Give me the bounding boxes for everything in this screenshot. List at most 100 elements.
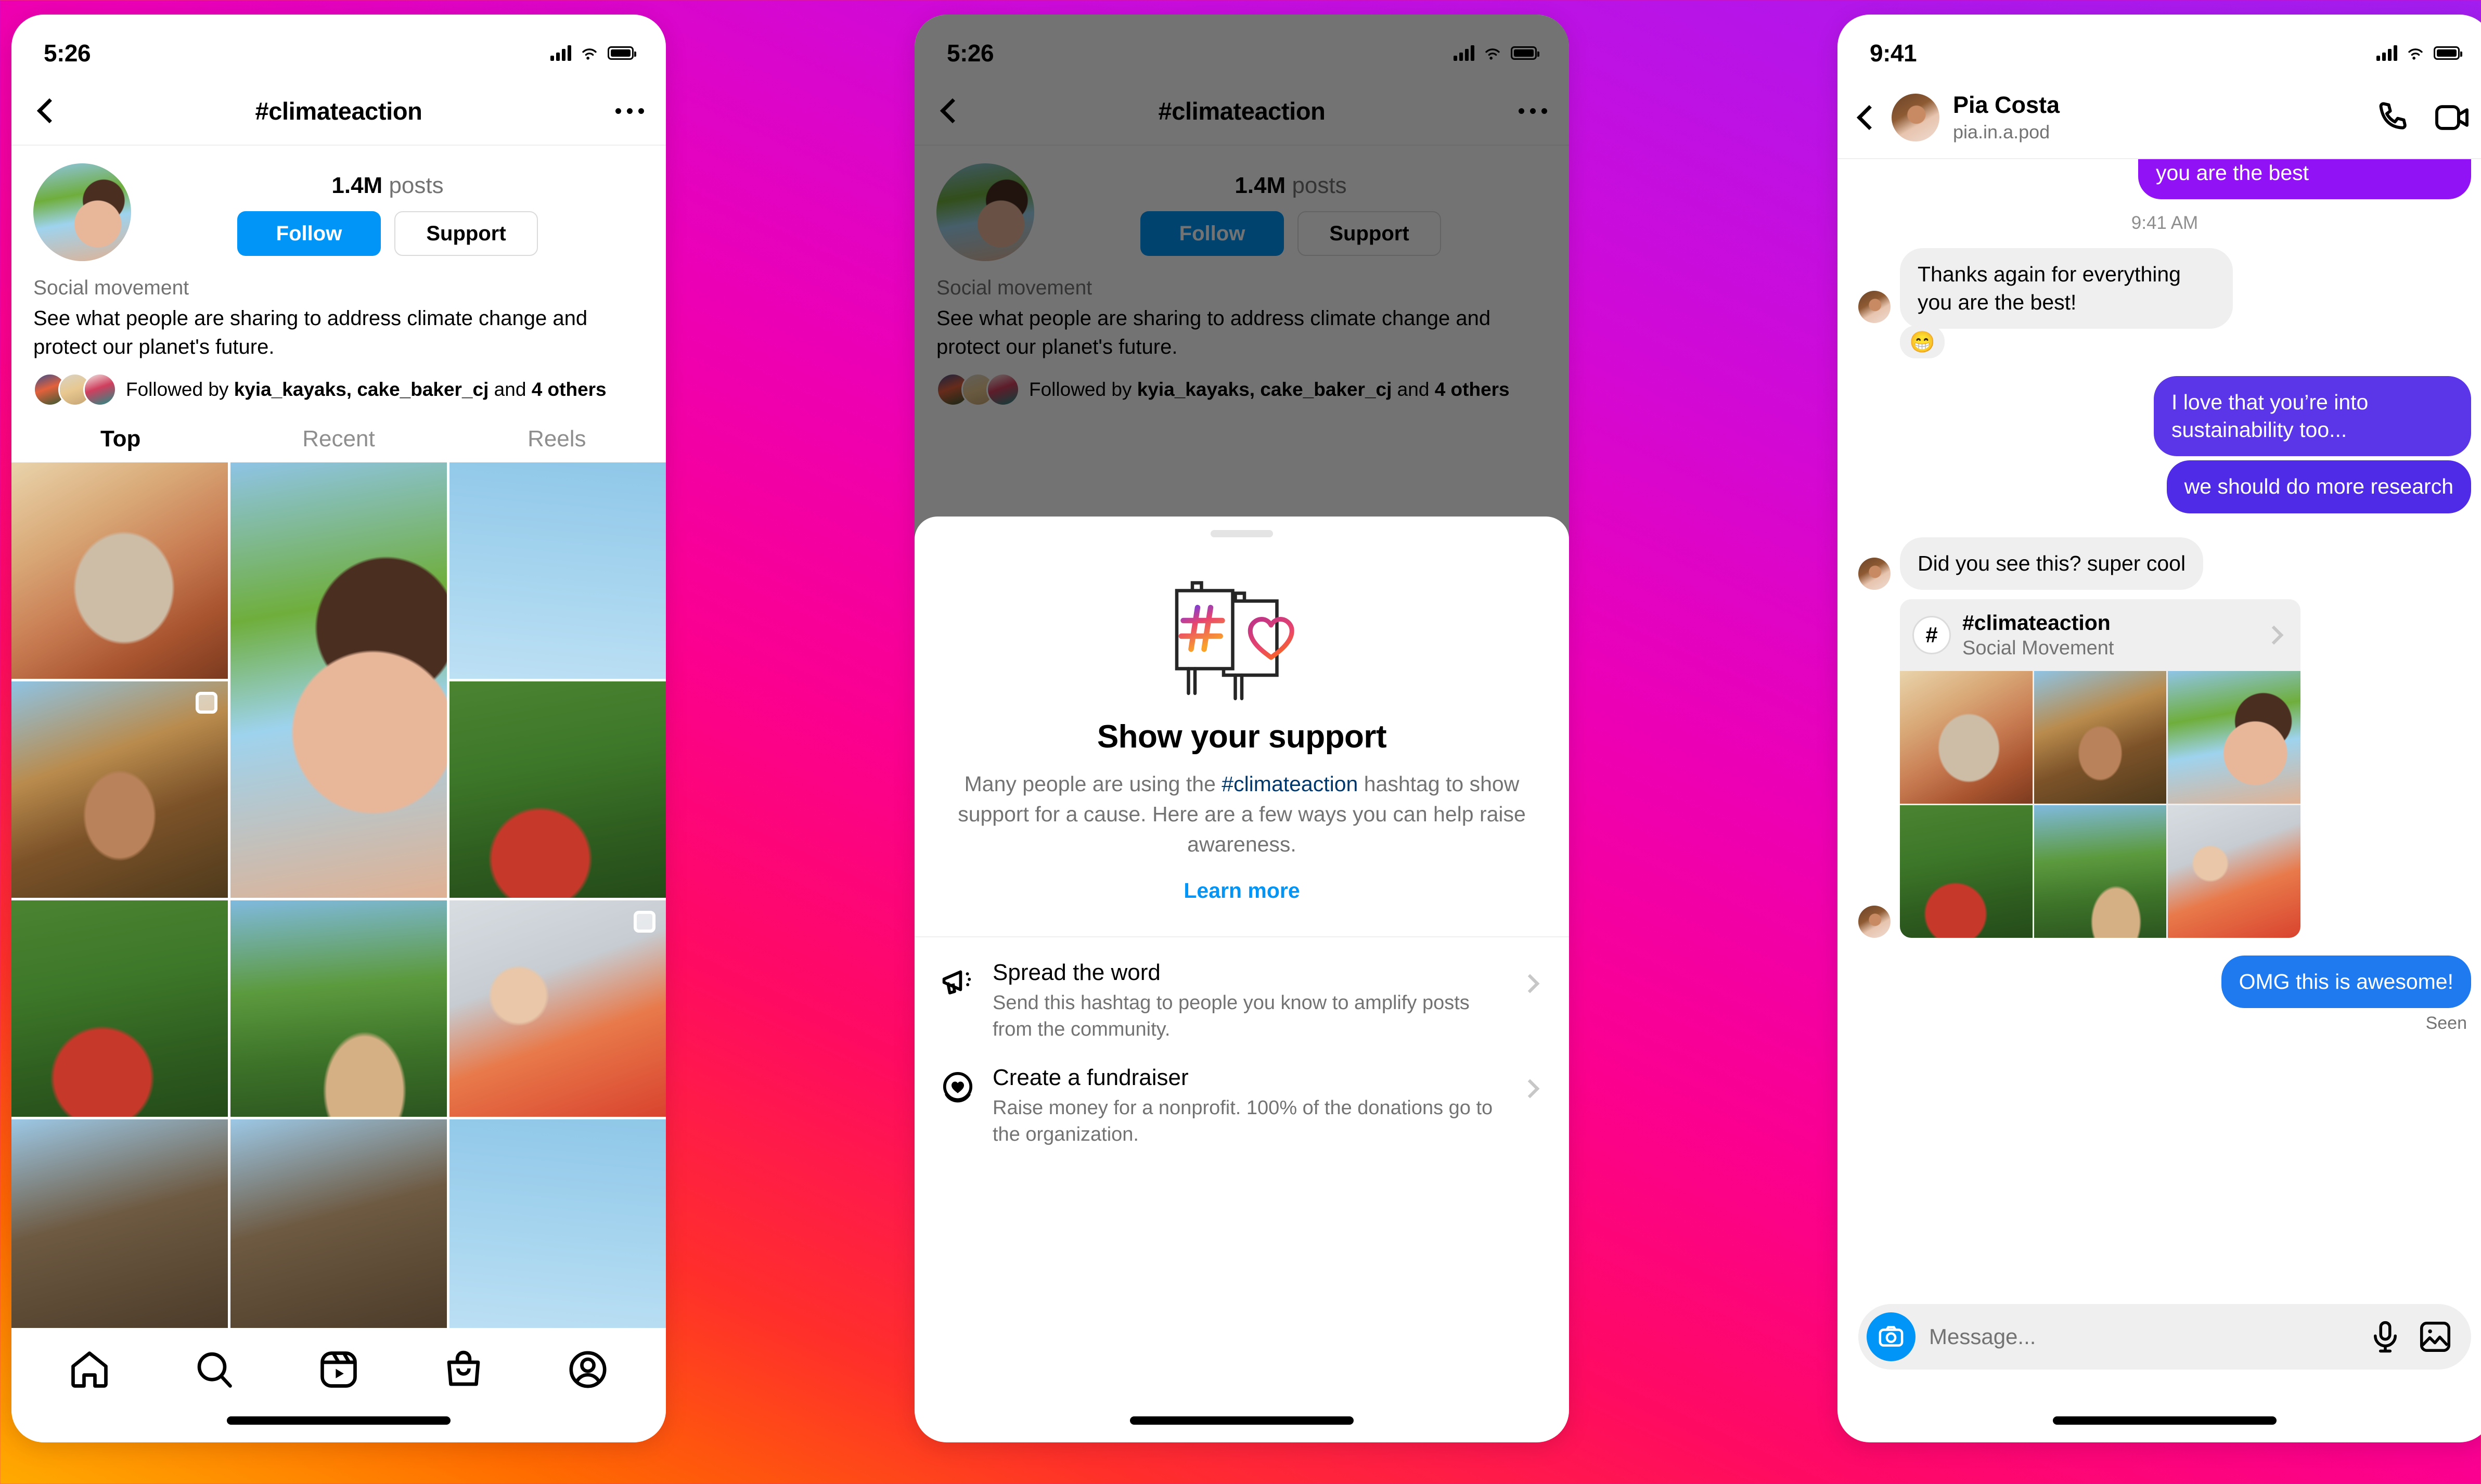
tab-top[interactable]: Top	[11, 420, 229, 462]
home-indicator	[2053, 1416, 2277, 1425]
camera-icon[interactable]	[1867, 1312, 1916, 1361]
status-bar: 5:26	[11, 15, 666, 77]
chevron-right-icon	[2264, 625, 2284, 645]
status-icons	[550, 45, 636, 61]
more-options-button[interactable]	[1519, 108, 1547, 114]
photo-grid	[11, 462, 666, 1336]
sheet-drag-handle[interactable]	[1211, 530, 1273, 537]
dm-contact[interactable]: Pia Costa pia.in.a.pod	[1953, 92, 2360, 143]
dm-nav-bar: Pia Costa pia.in.a.pod	[1837, 77, 2481, 159]
message-timestamp: 9:41 AM	[2131, 213, 2199, 234]
hashtag-category: Social movement	[33, 277, 189, 299]
shop-icon[interactable]	[442, 1348, 485, 1391]
tab-recent[interactable]: Recent	[229, 420, 447, 462]
followed-by-row[interactable]: Followed by kyia_kayaks, cake_baker_cj a…	[11, 362, 666, 407]
message-row: Thanks again for everything you are the …	[1858, 248, 2471, 358]
grid-photo[interactable]	[230, 462, 447, 898]
hashtag-heart-signs-illustration	[1175, 581, 1294, 701]
followed-by-others: 4 others	[531, 378, 607, 400]
action-title: Spread the word	[993, 959, 1161, 985]
microphone-icon[interactable]	[2367, 1319, 2403, 1355]
seen-status: Seen	[2425, 1013, 2467, 1033]
sheet-header: Show your support Many people are using …	[915, 537, 1569, 903]
grid-photo[interactable]	[11, 900, 228, 1117]
grid-photo[interactable]	[11, 462, 228, 679]
message-bubble[interactable]: Did you see this? super cool	[1900, 537, 2204, 590]
back-button[interactable]	[1856, 105, 1882, 131]
contact-name: Pia Costa	[1953, 92, 2060, 119]
post-count: 1.4M posts	[331, 173, 443, 199]
hashtag-share-card[interactable]: # #climateaction Social Movement	[1900, 599, 2300, 938]
home-icon[interactable]	[68, 1348, 111, 1391]
message-row: we should do more research	[1858, 460, 2471, 513]
followed-by-names: kyia_kayaks, cake_baker_cj	[234, 378, 489, 400]
message-bubble[interactable]: OMG this is awesome!	[2221, 955, 2471, 1008]
grid-photo[interactable]	[449, 900, 666, 1117]
post-count-label: posts	[389, 173, 444, 198]
followed-by-prefix: Followed by	[126, 378, 234, 400]
grid-photo[interactable]	[2168, 671, 2300, 804]
grid-photo[interactable]	[449, 462, 666, 679]
hashtag-card-photo-grid	[1900, 671, 2300, 938]
hashtag-icon: #	[1912, 616, 1951, 655]
status-bar: 9:41	[1837, 15, 2481, 77]
reels-icon[interactable]	[317, 1348, 361, 1391]
grid-photo[interactable]	[1900, 805, 2033, 938]
learn-more-link[interactable]: Learn more	[953, 879, 1531, 903]
message-bubble[interactable]: I love that you’re into sustainability t…	[2154, 376, 2471, 457]
content-tabs: Top Recent Reels	[11, 420, 666, 462]
phone-direct-message: 9:41 Pia Costa pia.in.a.pod you are the …	[1837, 15, 2481, 1442]
message-bubble[interactable]: we should do more research	[2166, 460, 2471, 513]
action-spread-the-word[interactable]: Spread the word Send this hashtag to peo…	[915, 937, 1569, 1043]
action-create-fundraiser[interactable]: Create a fundraiser Raise money for a no…	[915, 1042, 1569, 1148]
message-bubble[interactable]: Thanks again for everything you are the …	[1900, 248, 2233, 329]
followed-by-avatars	[33, 373, 117, 407]
action-description: Raise money for a nonprofit. 100% of the…	[993, 1097, 1493, 1146]
grid-photo[interactable]	[2168, 805, 2300, 938]
message-bubble-partial[interactable]: you are the best	[2138, 159, 2471, 200]
video-call-icon[interactable]	[2433, 98, 2471, 137]
message-group: Thanks again for everything you are the …	[1900, 248, 2233, 358]
hashtag-card-header: # #climateaction Social Movement	[1900, 599, 2300, 671]
avatar	[83, 373, 117, 407]
tab-reels[interactable]: Reels	[448, 420, 666, 462]
message-input[interactable]: Message...	[1929, 1324, 2354, 1349]
avatar	[1858, 558, 1891, 590]
grid-photo[interactable]	[449, 681, 666, 898]
chevron-right-icon	[1520, 1079, 1540, 1099]
grid-photo[interactable]	[230, 900, 447, 1117]
grid-photo[interactable]	[11, 681, 228, 898]
sheet-body: Many people are using the #climateaction…	[953, 769, 1531, 860]
hashtag-link[interactable]: #climateaction	[1222, 772, 1358, 796]
back-button[interactable]	[36, 98, 62, 124]
hashtag-profile: 1.4M posts Follow Support	[11, 146, 666, 261]
avatar[interactable]	[1892, 94, 1939, 141]
follow-button[interactable]: Follow	[237, 211, 381, 256]
wifi-icon	[582, 48, 597, 60]
grid-photo[interactable]	[449, 1119, 666, 1336]
grid-photo[interactable]	[2034, 805, 2167, 938]
hashtag-avatar[interactable]	[33, 163, 131, 261]
avatar	[1858, 905, 1891, 938]
support-button[interactable]: Support	[394, 211, 538, 256]
action-text: Create a fundraiser Raise money for a no…	[993, 1063, 1508, 1148]
hashtag-description: See what people are sharing to address c…	[33, 306, 588, 358]
phone-call-icon[interactable]	[2373, 98, 2412, 137]
gallery-icon[interactable]	[2417, 1319, 2453, 1355]
cellular-signal-icon	[550, 45, 571, 61]
sheet-body-pre: Many people are using the	[964, 772, 1222, 796]
message-reaction[interactable]: 😁	[1900, 325, 1945, 358]
profile-icon[interactable]	[566, 1348, 610, 1391]
message-composer[interactable]: Message...	[1858, 1304, 2471, 1370]
search-icon[interactable]	[192, 1348, 236, 1391]
grid-photo[interactable]	[11, 1119, 228, 1336]
hashtag-card-subtitle: Social Movement	[1962, 637, 2114, 660]
message-row: Did you see this? super cool	[1858, 537, 2471, 590]
wifi-icon	[2408, 48, 2423, 60]
phone-hashtag-page: 5:26 #climateaction 1.4M posts Follow Su…	[11, 15, 666, 1442]
more-options-button[interactable]	[615, 108, 644, 114]
status-clock: 9:41	[1870, 40, 1917, 67]
grid-photo[interactable]	[1900, 671, 2033, 804]
grid-photo[interactable]	[230, 1119, 447, 1336]
grid-photo[interactable]	[2034, 671, 2167, 804]
